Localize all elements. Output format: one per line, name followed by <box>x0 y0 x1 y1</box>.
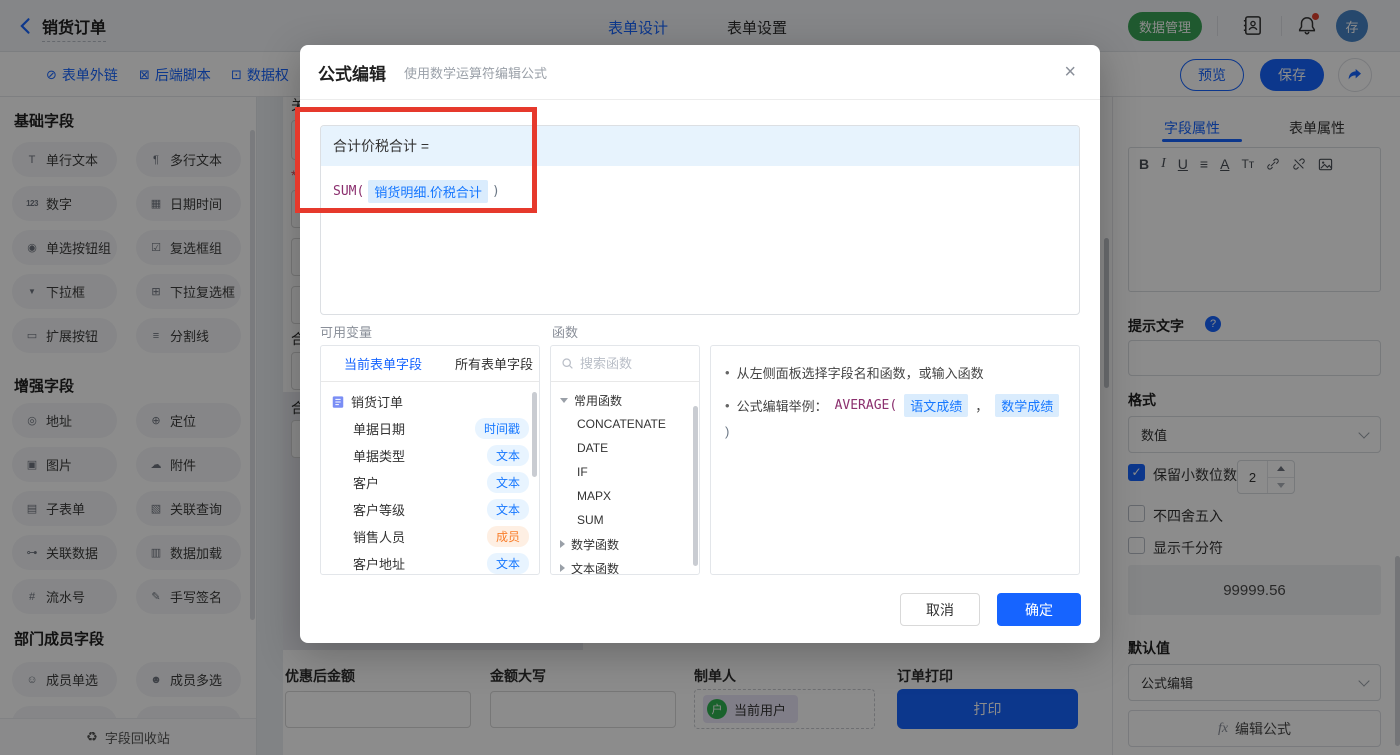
group-label: 数学函数 <box>571 536 619 553</box>
variable-row[interactable]: 销售人员 成员 <box>321 523 539 550</box>
comma: ， <box>975 396 988 415</box>
type-badge: 成员 <box>487 526 529 547</box>
variables-panel: 当前表单字段 所有表单字段 销货订单 单据日期时间戳 单据类型文本 客户文本 客… <box>320 345 540 575</box>
variables-scrollbar[interactable] <box>532 392 537 477</box>
function-item[interactable]: SUM <box>551 508 699 532</box>
app-root: 销货订单 表单设计 表单设置 数据管理 存 ⊘ 表单外链 ⊠ 后端脚本 ⊡ 数据… <box>0 0 1400 755</box>
tab-all-form-fields[interactable]: 所有表单字段 <box>455 354 533 373</box>
variable-row[interactable]: 客户 文本 <box>321 469 539 496</box>
variable-name: 客户 <box>353 473 379 492</box>
modal-title: 公式编辑 <box>318 60 386 85</box>
bullet-icon: • <box>725 398 730 413</box>
function-label: IF <box>577 465 588 479</box>
function-label: MAPX <box>577 489 611 503</box>
type-badge: 文本 <box>487 445 529 466</box>
type-badge: 文本 <box>487 472 529 493</box>
function-item[interactable]: CONCATENATE <box>551 412 699 436</box>
annotation-highlight-rectangle <box>295 107 537 213</box>
functions-panel: 常用函数 CONCATENATE DATE IF MAPX SUM 数学函数 文… <box>550 345 700 575</box>
function-search-input[interactable] <box>580 356 680 371</box>
closing-paren: ) <box>725 424 729 439</box>
formula-help-panel: • 从左侧面板选择字段名和函数，或输入函数 • 公式编辑举例： AVERAGE(… <box>710 345 1080 575</box>
functions-section-label: 函数 <box>552 322 578 341</box>
group-label: 文本函数 <box>571 560 619 576</box>
function-item[interactable]: IF <box>551 460 699 484</box>
example-label: 公式编辑举例： <box>737 396 828 415</box>
variable-name: 客户地址 <box>353 554 405 573</box>
variable-row[interactable]: 单据类型 文本 <box>321 442 539 469</box>
caret-right-icon <box>560 540 565 548</box>
function-group-text[interactable]: 文本函数 <box>551 556 699 575</box>
modal-header: 公式编辑 使用数学运算符编辑公式 × <box>300 45 1100 100</box>
help-line-1: • 从左侧面板选择字段名和函数，或输入函数 <box>725 363 1065 382</box>
modal-subtitle: 使用数学运算符编辑公式 <box>404 63 547 82</box>
help-text: 从左侧面板选择字段名和函数，或输入函数 <box>737 363 984 382</box>
caret-down-icon <box>560 398 568 403</box>
function-label: CONCATENATE <box>577 417 666 431</box>
close-icon[interactable]: × <box>1064 62 1076 82</box>
variables-tabs: 当前表单字段 所有表单字段 <box>321 346 539 382</box>
variable-name: 客户等级 <box>353 500 405 519</box>
group-label: 常用函数 <box>574 392 622 409</box>
function-search[interactable] <box>551 346 699 382</box>
example-function-name: AVERAGE( <box>835 398 898 413</box>
function-group-math[interactable]: 数学函数 <box>551 532 699 556</box>
root-form-name: 销货订单 <box>351 392 403 411</box>
function-item[interactable]: MAPX <box>551 484 699 508</box>
type-badge: 文本 <box>487 553 529 574</box>
caret-right-icon <box>560 564 565 572</box>
functions-scrollbar[interactable] <box>693 406 698 566</box>
variables-section-label: 可用变量 <box>320 322 372 341</box>
function-group-common[interactable]: 常用函数 <box>551 388 699 412</box>
function-label: DATE <box>577 441 608 455</box>
variable-row[interactable]: 客户地址 文本 <box>321 550 539 575</box>
cancel-button[interactable]: 取消 <box>900 593 980 626</box>
function-label: SUM <box>577 513 604 527</box>
confirm-button[interactable]: 确定 <box>997 593 1081 626</box>
variable-name: 单据日期 <box>353 419 405 438</box>
help-line-2: • 公式编辑举例： AVERAGE( 语文成绩 ， 数学成绩 ) <box>725 394 1065 439</box>
search-icon <box>561 357 574 370</box>
tab-current-form-fields[interactable]: 当前表单字段 <box>344 354 422 373</box>
variable-row[interactable]: 客户等级 文本 <box>321 496 539 523</box>
variables-tree-root[interactable]: 销货订单 <box>321 388 539 415</box>
variable-name: 销售人员 <box>353 527 405 546</box>
example-chip: 语文成绩 <box>904 394 968 417</box>
type-badge: 文本 <box>487 499 529 520</box>
variable-name: 单据类型 <box>353 446 405 465</box>
variable-row[interactable]: 单据日期 时间戳 <box>321 415 539 442</box>
function-item[interactable]: DATE <box>551 436 699 460</box>
bullet-icon: • <box>725 365 730 380</box>
form-doc-icon <box>331 395 345 409</box>
example-chip: 数学成绩 <box>995 394 1059 417</box>
type-badge: 时间戳 <box>475 418 529 439</box>
